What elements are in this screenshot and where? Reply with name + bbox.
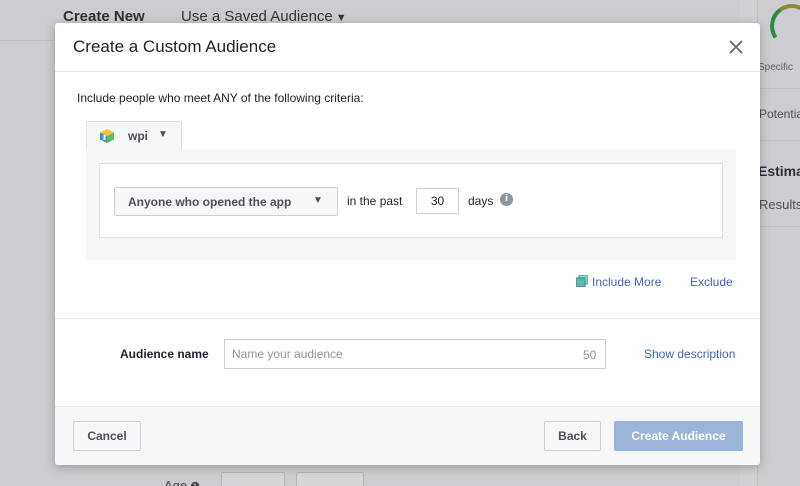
info-icon[interactable]: i [500, 193, 513, 206]
char-limit-counter: 50 [583, 348, 597, 362]
info-icon: ❶ [190, 481, 200, 486]
potential-reach-label: Potentia [759, 107, 800, 121]
caret-down-icon: ▼ [158, 129, 168, 140]
age-label-text: Age [164, 478, 188, 486]
section-divider [55, 318, 760, 319]
show-description-link[interactable]: Show description [644, 347, 735, 361]
audience-name-input[interactable] [225, 340, 572, 368]
modal-footer: Cancel Back Create Audience [55, 406, 760, 465]
days-label: days [468, 194, 494, 208]
event-dropdown-label: Anyone who opened the app [128, 195, 292, 209]
audience-name-label: Audience name [120, 347, 209, 361]
modal-header: Create a Custom Audience [55, 23, 760, 72]
create-audience-button[interactable]: Create Audience [614, 421, 743, 451]
cancel-button[interactable]: Cancel [73, 421, 141, 451]
side-divider [757, 226, 800, 227]
results-label: Results [759, 197, 800, 212]
include-more-label: Include More [592, 275, 662, 289]
app-cube-icon [100, 129, 114, 143]
include-stack-icon [576, 275, 588, 287]
audience-name-field: 50 [224, 339, 606, 369]
age-min-select[interactable] [221, 472, 285, 486]
app-name: wpi [128, 129, 148, 143]
criteria-label: Include people who meet ANY of the follo… [77, 91, 364, 105]
app-selector[interactable]: wpi ▼ [86, 121, 182, 149]
modal-title: Create a Custom Audience [73, 37, 277, 56]
include-more-link[interactable]: Include More [576, 275, 661, 289]
side-divider [757, 88, 800, 89]
rule-box: Anyone who opened the app ▼ in the past … [99, 163, 723, 238]
back-button[interactable]: Back [544, 421, 601, 451]
exclude-link[interactable]: Exclude [690, 275, 733, 289]
age-max-select[interactable] [296, 472, 364, 486]
side-divider [757, 140, 800, 141]
days-input[interactable] [416, 188, 459, 214]
rule-panel: Anyone who opened the app ▼ in the past … [86, 149, 736, 260]
in-the-past-label: in the past [347, 194, 403, 208]
gauge-label: Specific [758, 62, 794, 73]
age-label: Age❶ [164, 478, 200, 486]
close-icon[interactable] [725, 36, 747, 58]
custom-audience-modal: Create a Custom Audience Include people … [55, 23, 760, 465]
event-dropdown[interactable]: Anyone who opened the app ▼ [114, 187, 338, 216]
caret-down-icon: ▼ [313, 195, 323, 206]
estimate-heading: Estima [758, 163, 800, 179]
